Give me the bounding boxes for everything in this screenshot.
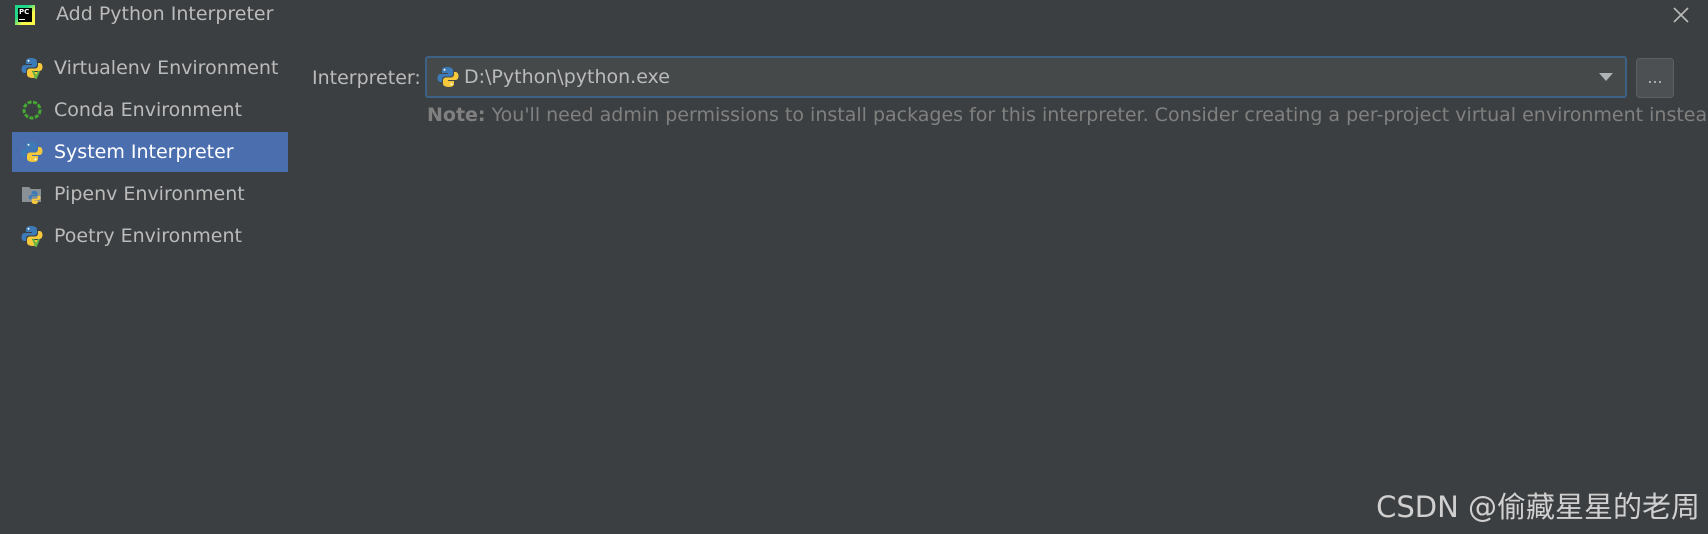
- interpreter-path: D:\Python\python.exe: [464, 66, 670, 88]
- close-icon[interactable]: [1672, 6, 1690, 24]
- python-icon: [20, 140, 44, 164]
- sidebar-item-label: System Interpreter: [54, 141, 234, 163]
- admin-note: Note: You'll need admin permissions to i…: [427, 104, 1708, 126]
- sidebar-item-label: Poetry Environment: [54, 225, 242, 247]
- sidebar-item-poetry[interactable]: Poetry Environment: [12, 216, 288, 256]
- pycharm-logo-icon: PC: [15, 5, 35, 25]
- browse-button[interactable]: ...: [1636, 58, 1674, 98]
- python-icon: [437, 66, 459, 88]
- sidebar-item-virtualenv[interactable]: Virtualenv Environment: [12, 48, 288, 88]
- logo-text: PC: [19, 8, 30, 16]
- conda-icon: [20, 98, 44, 122]
- pipenv-icon: [20, 182, 44, 206]
- interpreter-combobox[interactable]: D:\Python\python.exe: [425, 56, 1627, 98]
- poetry-icon: [20, 224, 44, 248]
- sidebar-item-pipenv[interactable]: Pipenv Environment: [12, 174, 288, 214]
- sidebar-item-conda[interactable]: Conda Environment: [12, 90, 288, 130]
- watermark: CSDN @偷藏星星的老周: [1376, 490, 1700, 524]
- dialog-title: Add Python Interpreter: [56, 3, 274, 25]
- title-bar: PC Add Python Interpreter: [0, 0, 1708, 32]
- interpreter-label: Interpreter:: [312, 67, 421, 89]
- note-text: You'll need admin permissions to install…: [485, 104, 1708, 126]
- note-label: Note:: [427, 104, 486, 126]
- environment-type-list: Virtualenv Environment Conda Environment…: [12, 48, 288, 258]
- dropdown-arrow-icon[interactable]: [1599, 73, 1613, 81]
- sidebar-item-label: Conda Environment: [54, 99, 242, 121]
- python-virtualenv-icon: [20, 56, 44, 80]
- sidebar-item-system-interpreter[interactable]: System Interpreter: [12, 132, 288, 172]
- sidebar-item-label: Pipenv Environment: [54, 183, 245, 205]
- sidebar-item-label: Virtualenv Environment: [54, 57, 279, 79]
